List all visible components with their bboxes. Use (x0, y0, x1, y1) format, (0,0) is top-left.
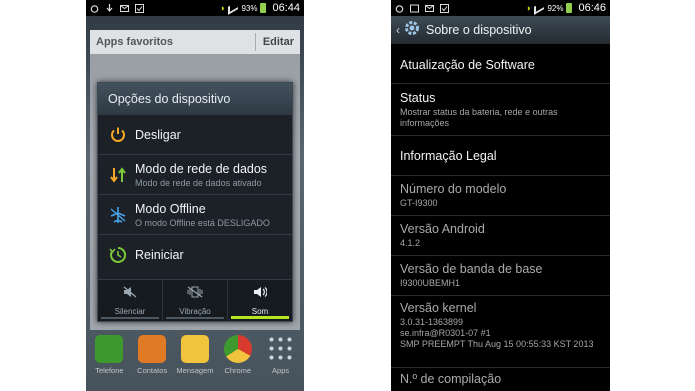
action-bar: ‹ Sobre o dispositivo (391, 16, 610, 44)
phone-icon (95, 335, 124, 363)
dock-app-label: Apps (272, 366, 290, 375)
list-item-kernel-version: Versão kernel 3.0.31-1363899 se.infra@R0… (391, 296, 610, 368)
list-item-subtitle: Mostrar status da bateria, rede e outras… (400, 106, 558, 128)
list-item-title: N.º de compilação (400, 372, 502, 386)
wifi-icon: ◗ (220, 3, 226, 13)
favorites-header: Apps favoritos Editar (90, 30, 300, 54)
list-item-status[interactable]: Status Mostrar status da bateria, rede e… (391, 84, 610, 136)
speaker-icon (253, 285, 268, 303)
sound-mode-bar: Silenciar Vibração Som (98, 279, 292, 321)
alarm-icon (90, 4, 99, 13)
list-item-title: Versão Android (400, 222, 485, 236)
airplane-icon (108, 205, 128, 225)
power-icon (108, 125, 128, 145)
sound-mode-mute[interactable]: Silenciar (98, 280, 163, 321)
list-item-title: Versão kernel (400, 301, 477, 315)
list-item-legal-info[interactable]: Informação Legal (391, 136, 610, 176)
page-title: Sobre o dispositivo (426, 23, 532, 37)
dock-app-label: Chrome (224, 366, 252, 375)
dock-app-label: Telefone (95, 366, 124, 375)
dock-app-messages[interactable]: Mensagem (175, 335, 215, 391)
list-item-android-version[interactable]: Versão Android 4.1.2 (391, 216, 610, 256)
task-icon (440, 3, 449, 13)
option-power-off[interactable]: Desligar (98, 115, 292, 155)
mail-icon (120, 4, 129, 13)
mail-icon (425, 4, 434, 13)
dock-app-chrome[interactable]: Chrome (218, 335, 258, 391)
battery-percent: 92% (547, 3, 564, 13)
dock-app-label: Contatos (137, 366, 168, 375)
message-icon (180, 335, 209, 363)
data-arrows-icon (108, 165, 128, 185)
option-label: Modo de rede de dados (135, 161, 268, 176)
option-label: Desligar (135, 127, 181, 142)
signal-icon (534, 1, 545, 15)
vibrate-icon (187, 285, 203, 303)
list-item-baseband-version: Versão de banda de base I9300UBEMH1 (391, 256, 610, 296)
list-item-title: Status (400, 90, 436, 105)
clock: 06:44 (272, 2, 300, 14)
mute-icon (123, 285, 137, 303)
restart-icon (108, 245, 128, 265)
list-item-subtitle: 3.0.31-1363899 se.infra@R0301-07 #1 SMP … (400, 317, 594, 349)
status-bar: ◗ 93% 06:44 (86, 0, 304, 16)
list-item-subtitle: 4.1.2 (400, 238, 421, 248)
dialog-title: Opções do dispositivo (98, 83, 292, 115)
option-sublabel: O modo Offline está DESLIGADO (135, 217, 270, 228)
list-item-subtitle: GT-I9300 (400, 198, 438, 208)
option-sublabel: Modo de rede de dados ativado (135, 177, 262, 188)
option-offline-mode[interactable]: Modo Offline O modo Offline está DESLIGA… (98, 195, 292, 235)
sound-mode-label: Silenciar (114, 307, 146, 316)
image-icon (410, 4, 419, 13)
download-icon (105, 3, 114, 13)
battery-icon (260, 3, 267, 13)
device-options-dialog: Opções do dispositivo Desligar Modo de r… (97, 82, 293, 322)
list-item-build-number: N.º de compilação (391, 368, 610, 391)
apps-grid-icon (266, 335, 295, 363)
settings-gear-icon[interactable] (403, 19, 421, 42)
signal-icon (228, 1, 239, 15)
clock: 06:46 (578, 2, 606, 14)
sound-mode-vibrate[interactable]: Vibração (163, 280, 228, 321)
about-device-list: Atualização de Software Status Mostrar s… (391, 46, 610, 391)
favorites-title: Apps favoritos (96, 36, 174, 48)
option-restart[interactable]: Reiniciar (98, 235, 292, 275)
list-item-title: Informação Legal (400, 148, 497, 163)
list-item-title: Versão de banda de base (400, 262, 543, 276)
list-item-title: Atualização de Software (400, 57, 535, 72)
sound-mode-label: Vibração (179, 307, 211, 316)
app-dock: Telefone Contatos Mensagem Chrome Apps (86, 330, 304, 391)
option-data-network[interactable]: Modo de rede de dados Modo de rede de da… (98, 155, 292, 195)
sound-mode-label: Som (251, 307, 269, 316)
alarm-icon (395, 4, 404, 13)
list-item-title: Número do modelo (400, 182, 507, 196)
dock-app-phone[interactable]: Telefone (89, 335, 129, 391)
list-item-software-update[interactable]: Atualização de Software (391, 46, 610, 84)
chrome-icon (223, 335, 252, 363)
contacts-icon (138, 335, 167, 363)
wifi-icon: ◗ (526, 3, 532, 13)
back-chevron-icon[interactable]: ‹ (396, 23, 400, 37)
dock-app-apps[interactable]: Apps (261, 335, 301, 391)
option-label: Modo Offline (135, 201, 206, 216)
battery-icon (566, 3, 573, 13)
dock-app-contacts[interactable]: Contatos (132, 335, 172, 391)
right-phone-screen: ◗ 92% 06:46 ‹ Sobre o dispositivo Atuali… (391, 0, 610, 391)
dock-app-label: Mensagem (176, 366, 214, 375)
sound-mode-sound[interactable]: Som (228, 280, 292, 321)
option-label: Reiniciar (135, 248, 184, 262)
left-phone-screen: ◗ 93% 06:44 Apps favoritos Editar Opções… (86, 0, 304, 391)
list-item-model-number: Número do modelo GT-I9300 (391, 176, 610, 216)
edit-button[interactable]: Editar (254, 33, 294, 51)
list-item-subtitle: I9300UBEMH1 (400, 278, 461, 288)
battery-percent: 93% (241, 3, 258, 13)
status-bar: ◗ 92% 06:46 (391, 0, 610, 16)
task-icon (135, 3, 144, 13)
